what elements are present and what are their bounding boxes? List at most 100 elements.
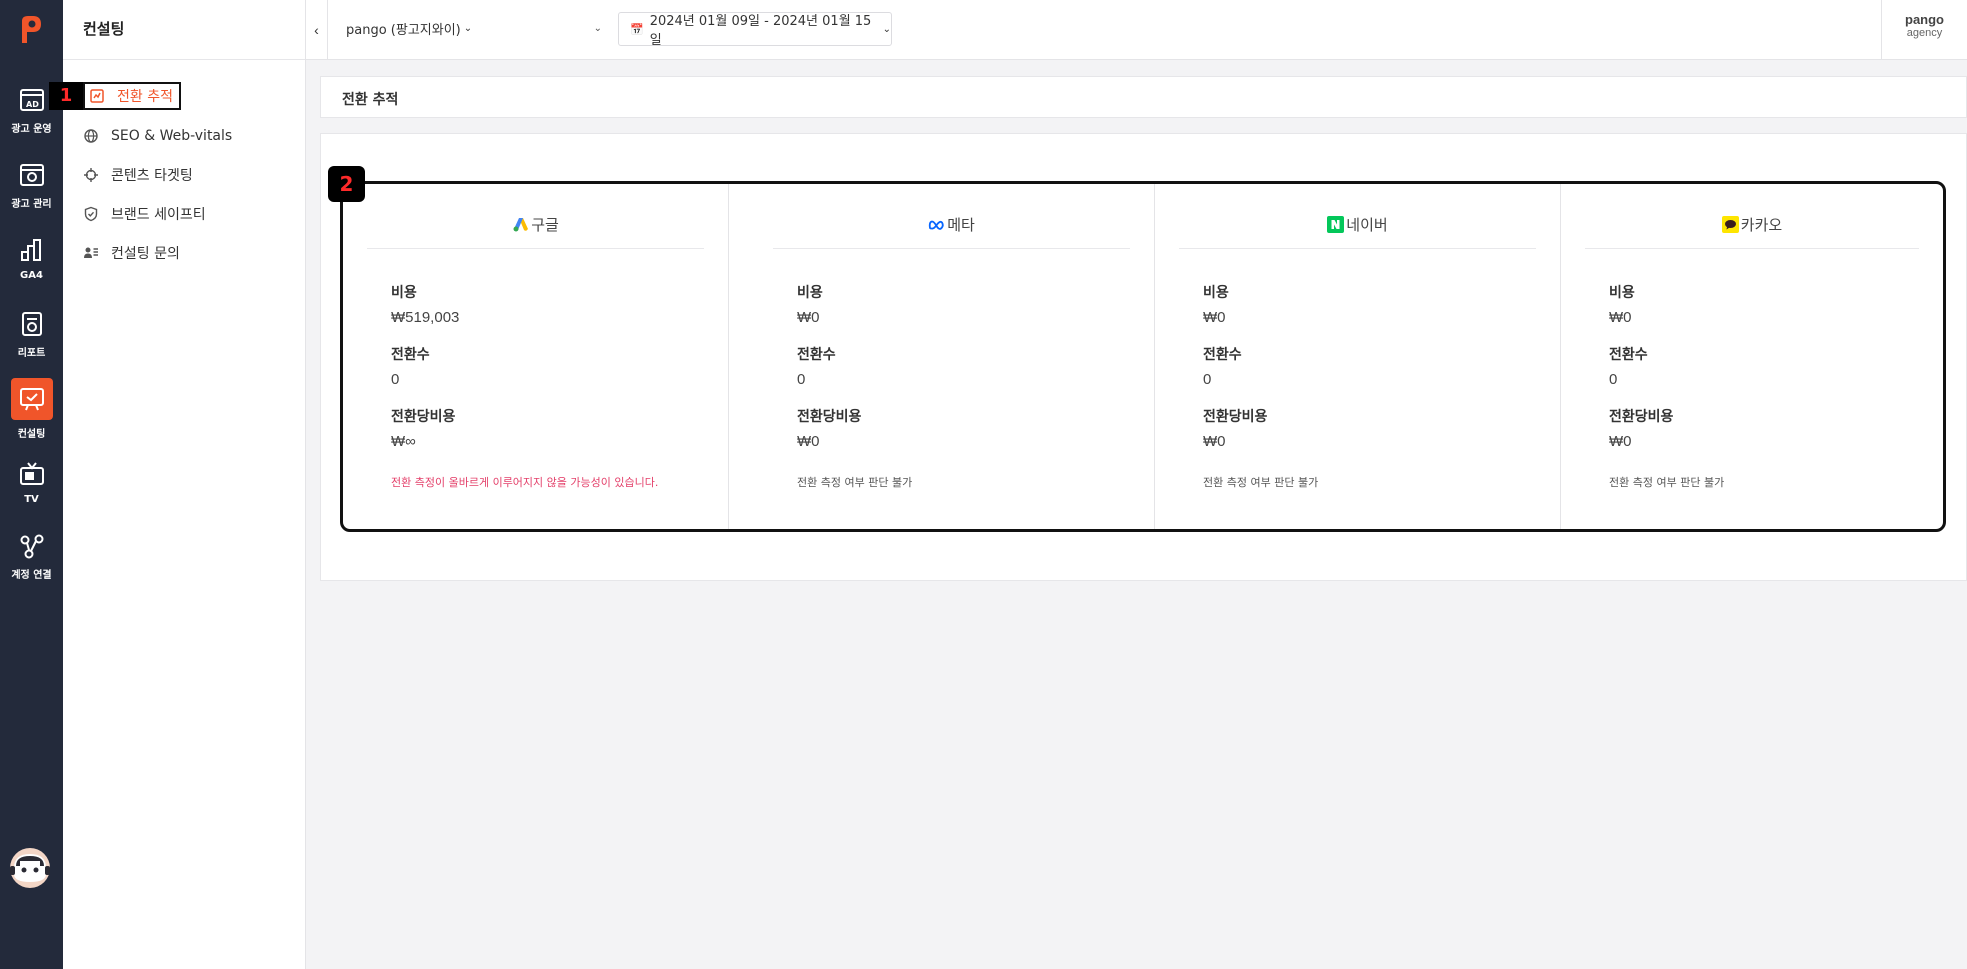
- platform-card-google: 구글 비용 ₩519,003 전환수 0 전환당비용 ₩∞ 전환 측정이 올바르…: [343, 184, 729, 529]
- account-selector[interactable]: pango (팡고지와이) ⌄ ⌄: [346, 14, 602, 42]
- sidenav-item-brand-safety[interactable]: 브랜드 세이프티: [83, 200, 206, 228]
- shield-icon: [84, 206, 98, 222]
- report-icon: [21, 312, 42, 336]
- google-ads-icon: [512, 216, 529, 233]
- page-title: 전환 추적: [342, 92, 399, 108]
- rail-item-ad-manage[interactable]: 광고 관리: [0, 161, 63, 210]
- platform-name: 구글: [531, 216, 559, 234]
- page-title-bar: 전환 추적: [320, 76, 1967, 118]
- cost-value: ₩0: [1609, 309, 1632, 326]
- rail-label: 컨설팅: [17, 429, 46, 440]
- platform-name: 네이버: [1346, 216, 1388, 234]
- rail-label: GA4: [20, 270, 43, 281]
- conversion-icon: [90, 89, 104, 103]
- conversions-value: 0: [391, 371, 400, 388]
- platform-name: 메타: [947, 216, 975, 234]
- cost-label: 비용: [391, 285, 417, 301]
- user-role: agency: [1906, 27, 1943, 39]
- dropdown-chevron-icon: ⌄: [593, 22, 602, 34]
- platform-card-naver: 네이버 비용 ₩0 전환수 0 전환당비용 ₩0 전환 측정 여부 판단 불가: [1155, 184, 1561, 529]
- rail-label: 광고 관리: [11, 199, 52, 210]
- date-range-text: 2024년 01월 09일 - 2024년 01월 15일: [649, 14, 872, 48]
- conversions-value: 0: [1203, 371, 1212, 388]
- platform-card-meta: 메타 비용 ₩0 전환수 0 전환당비용 ₩0 전환 측정 여부 판단 불가: [749, 184, 1155, 529]
- chevron-down-icon: ⌄: [882, 23, 891, 35]
- conversions-value: 0: [1609, 371, 1618, 388]
- sidenav-item-label: 콘텐츠 타겟팅: [111, 168, 193, 184]
- card-header: 네이버: [1179, 201, 1536, 249]
- sidenav-item-label: 컨설팅 문의: [111, 246, 180, 262]
- sidenav-title: 컨설팅: [63, 0, 305, 60]
- cost-value: ₩519,003: [391, 309, 460, 326]
- chatbot-icon[interactable]: [8, 846, 52, 890]
- pango-logo[interactable]: [13, 12, 47, 46]
- kakao-icon: [1721, 216, 1739, 233]
- rail-item-account-link[interactable]: 계정 연결: [0, 532, 63, 581]
- cost-label: 비용: [797, 285, 823, 301]
- card-note: 전환 측정 여부 판단 불가: [1609, 476, 1725, 489]
- cpa-value: ₩0: [1203, 433, 1226, 450]
- cost-value: ₩0: [1203, 309, 1226, 326]
- ga4-icon: [20, 239, 41, 261]
- sidenav-item-conversion[interactable]: 전환 추적: [83, 82, 181, 110]
- user-name: pango: [1905, 12, 1944, 27]
- cost-label: 비용: [1609, 285, 1635, 301]
- meta-icon: [928, 216, 945, 233]
- platform-card-kakao: 카카오 비용 ₩0 전환수 0 전환당비용 ₩0 전환 측정 여부 판단 불가: [1561, 184, 1943, 529]
- cpa-label: 전환당비용: [1203, 409, 1268, 425]
- globe-icon: [84, 129, 98, 143]
- sidenav-item-label: 브랜드 세이프티: [111, 207, 206, 223]
- cpa-label: 전환당비용: [1609, 409, 1674, 425]
- sidenav-item-label: 전환 추적: [117, 89, 173, 105]
- sidenav-item-contact[interactable]: 컨설팅 문의: [83, 239, 180, 267]
- calendar-icon: 📅: [630, 22, 644, 36]
- rail-item-consulting[interactable]: 컨설팅: [0, 378, 63, 440]
- cpa-label: 전환당비용: [391, 409, 456, 425]
- naver-icon: [1327, 216, 1345, 233]
- svg-text:AD: AD: [26, 100, 39, 109]
- annotation-marker-2: 2: [328, 166, 365, 202]
- account-name: pango (팡고지와이): [346, 22, 461, 38]
- crosshair-icon: [84, 168, 98, 182]
- rail-item-report[interactable]: 리포트: [0, 310, 63, 359]
- card-note: 전환 측정 여부 판단 불가: [797, 476, 913, 489]
- conversions-label: 전환수: [797, 347, 836, 363]
- annotation-marker-1: 1: [49, 82, 83, 110]
- conversions-label: 전환수: [1609, 347, 1648, 363]
- sidenav-item-label: SEO & Web-vitals: [111, 128, 233, 144]
- rail-label: TV: [24, 494, 39, 505]
- platform-name: 카카오: [1740, 216, 1783, 234]
- conversions-label: 전환수: [1203, 347, 1242, 363]
- chevron-left-icon: ‹: [314, 22, 319, 38]
- card-header: 메타: [773, 201, 1130, 249]
- rail-label: 계정 연결: [11, 570, 52, 581]
- contact-icon: [84, 247, 98, 258]
- rail-item-tv[interactable]: TV: [0, 460, 63, 505]
- account-link-icon: [20, 534, 43, 559]
- date-range-picker[interactable]: 📅 2024년 01월 09일 - 2024년 01월 15일 ⌄: [618, 12, 892, 48]
- cost-label: 비용: [1203, 285, 1229, 301]
- conversions-value: 0: [797, 371, 806, 388]
- cpa-value: ₩0: [1609, 433, 1632, 450]
- top-header: ‹ pango (팡고지와이) ⌄ ⌄ 📅 2024년 01월 09일 - 20…: [306, 0, 1967, 60]
- rail-item-ga4[interactable]: GA4: [0, 236, 63, 281]
- consulting-icon: [19, 388, 44, 411]
- cost-value: ₩0: [797, 309, 820, 326]
- cpa-label: 전환당비용: [797, 409, 862, 425]
- user-menu[interactable]: pango agency: [1881, 0, 1967, 60]
- card-header: 카카오: [1585, 201, 1919, 249]
- platform-cards: 구글 비용 ₩519,003 전환수 0 전환당비용 ₩∞ 전환 측정이 올바르…: [340, 181, 1946, 532]
- tv-icon: [19, 462, 44, 485]
- consulting-sidenav: 컨설팅 전환 추적 SEO & Web-vitals 콘텐츠 타겟팅 브랜드 세…: [63, 0, 306, 969]
- sidenav-item-content-targeting[interactable]: 콘텐츠 타겟팅: [83, 161, 193, 189]
- icon-rail: AD 광고 운영 광고 관리 GA4 리포트 컨설팅 TV 계정 연결: [0, 0, 63, 969]
- card-note: 전환 측정 여부 판단 불가: [1203, 476, 1319, 489]
- card-note: 전환 측정이 올바르게 이루어지지 않을 가능성이 있습니다.: [391, 476, 659, 489]
- chevron-down-icon: ⌄: [463, 22, 473, 34]
- conversions-label: 전환수: [391, 347, 430, 363]
- cpa-value: ₩∞: [391, 433, 416, 450]
- collapse-sidebar-button[interactable]: ‹: [306, 0, 328, 60]
- ad-board-icon: AD: [19, 89, 44, 111]
- ad-settings-icon: [19, 164, 44, 186]
- sidenav-item-seo[interactable]: SEO & Web-vitals: [83, 122, 232, 150]
